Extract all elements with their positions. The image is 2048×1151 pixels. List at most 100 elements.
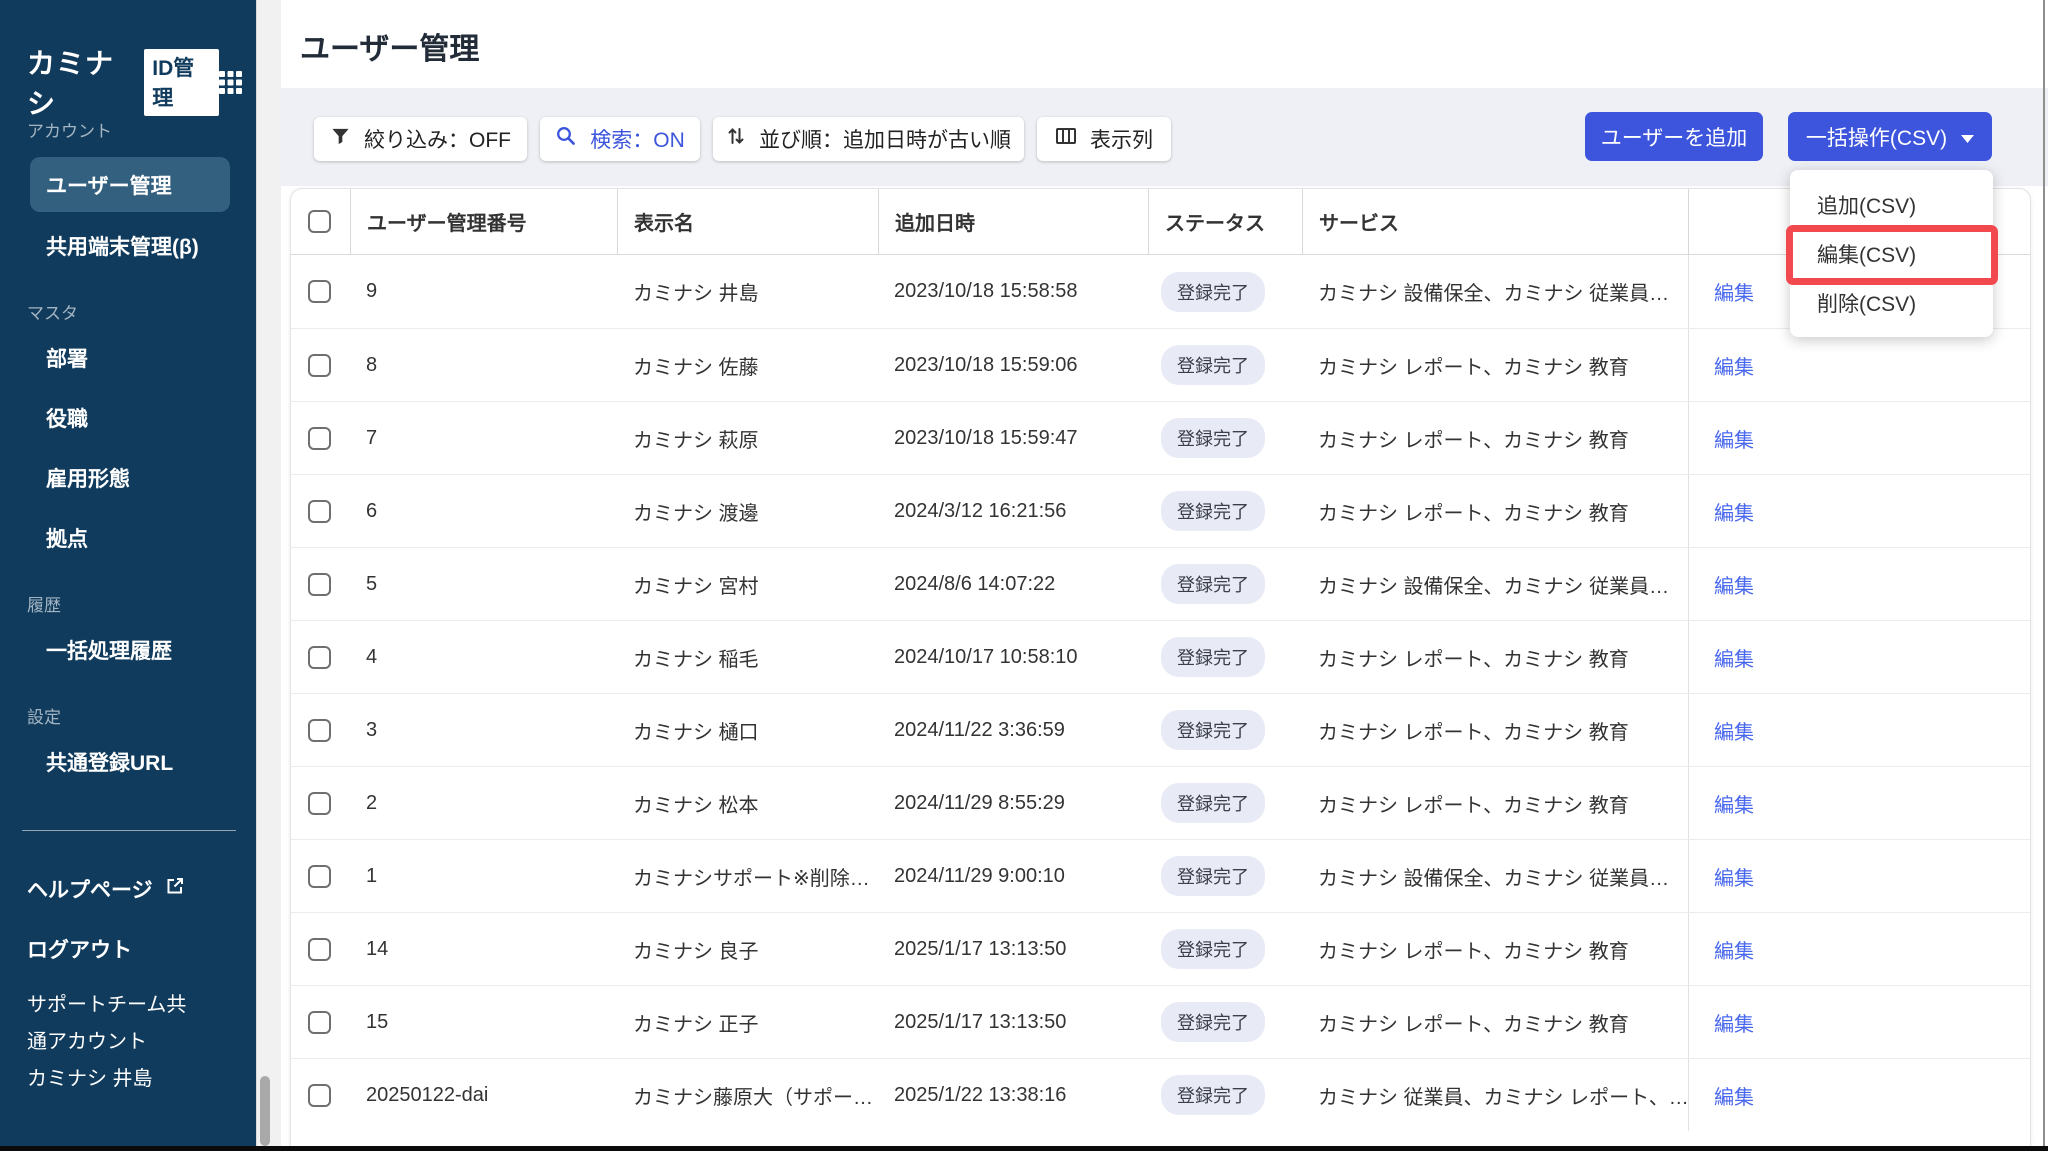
cell-display-name: カミナシ藤原大（サポー…: [633, 1086, 873, 1109]
row-checkbox[interactable]: [308, 937, 331, 961]
row-checkbox[interactable]: [308, 791, 331, 815]
search-button[interactable]: 検索：ON: [540, 117, 700, 161]
search-button-label: 検索：ON: [590, 129, 685, 152]
edit-link[interactable]: 編集: [1714, 862, 1754, 891]
row-checkbox[interactable]: [308, 353, 331, 377]
cell-added-date: 2023/10/18 15:58:58: [894, 280, 1078, 302]
row-checkbox[interactable]: [308, 572, 331, 596]
cell-display-name: カミナシ 萩原: [633, 429, 759, 452]
edit-link[interactable]: 編集: [1714, 351, 1754, 380]
sidebar-item-拠点[interactable]: 拠点: [0, 508, 256, 568]
sidebar-section-label: 設定: [27, 707, 61, 727]
edit-link[interactable]: 編集: [1714, 1008, 1754, 1037]
sidebar-item-役職[interactable]: 役職: [0, 388, 256, 448]
edit-link[interactable]: 編集: [1714, 424, 1754, 453]
sidebar-item-共用端末管理(β)[interactable]: 共用端末管理(β): [0, 216, 256, 276]
apps-grid-icon[interactable]: [219, 70, 242, 94]
sidebar-link-ヘルプページ[interactable]: ヘルプページ: [0, 859, 256, 919]
edit-link[interactable]: 編集: [1714, 570, 1754, 599]
table-row: 1 カミナシサポート※削除… 2024/11/29 9:00:10 登録完了 カミナシ …: [291, 839, 2030, 912]
table-row: 14 カミナシ 良子 2025/1/17 13:13:50 登録完了 カミナシ レポート…: [291, 912, 2030, 985]
cell-user-id: 8: [366, 353, 378, 376]
table-row: 3 カミナシ 樋口 2024/11/22 3:36:59 登録完了 カミナシ レポート、…: [291, 693, 2030, 766]
menu-item-削除(CSV)[interactable]: 削除(CSV): [1790, 278, 1993, 327]
sort-button-label: 並び順：追加日時が古い順: [759, 129, 1011, 152]
cell-added-date: 2023/10/18 15:59:47: [894, 426, 1078, 449]
header-cell-サービス: サービス: [1302, 189, 1688, 254]
edit-link[interactable]: 編集: [1714, 935, 1754, 964]
cell-filler: [1823, 767, 2030, 839]
cell-services: カミナシ レポート、カミナシ 教育: [1318, 940, 1629, 963]
scrollbar-thumb[interactable]: [260, 1076, 270, 1146]
table-row: 8 カミナシ 佐藤 2023/10/18 15:59:06 登録完了 カミナシ レポート…: [291, 328, 2030, 401]
row-checkbox[interactable]: [308, 426, 331, 450]
edit-link[interactable]: 編集: [1714, 789, 1754, 818]
columns-button-label: 表示列: [1090, 129, 1153, 152]
sidebar-item-共通登録URL[interactable]: 共通登録URL: [0, 732, 256, 792]
cell-edit: 編集: [1688, 694, 1823, 766]
cell-user-id: 3: [366, 718, 378, 741]
cell-added-date: 2024/10/17 10:58:10: [894, 645, 1078, 668]
cell-user-id: 1: [366, 864, 378, 887]
cell-checkbox: [291, 986, 350, 1058]
edit-link[interactable]: 編集: [1714, 277, 1754, 306]
user-name: カミナシ 井島: [27, 1068, 153, 1090]
row-checkbox[interactable]: [308, 499, 331, 523]
table-row: 15 カミナシ 正子 2025/1/17 13:13:50 登録完了 カミナシ レポート…: [291, 985, 2030, 1058]
filter-button[interactable]: 絞り込み：OFF: [314, 117, 527, 161]
cell-checkbox: [291, 694, 350, 766]
cell-edit: 編集: [1688, 402, 1823, 474]
table-row: 6 カミナシ 渡邊 2024/3/12 16:21:56 登録完了 カミナシ レポート、…: [291, 474, 2030, 547]
add-user-button[interactable]: ユーザーを追加: [1585, 112, 1763, 161]
table-row: 5 カミナシ 宮村 2024/8/6 14:07:22 登録完了 カミナシ 設備保全、カ…: [291, 547, 2030, 620]
status-badge: 登録完了: [1161, 564, 1265, 604]
cell-checkbox: [291, 767, 350, 839]
sidebar: カミナシ ID管理 アカウントユーザー管理 共用端末管理(β) マスタ部署 役職 雇用形…: [0, 0, 256, 1146]
columns-button[interactable]: 表示列: [1037, 117, 1171, 161]
status-badge: 登録完了: [1161, 1075, 1265, 1115]
cell-user-id: 6: [366, 499, 378, 522]
cell-display-name: カミナシ 正子: [633, 1013, 759, 1036]
sort-button[interactable]: 並び順：追加日時が古い順: [713, 117, 1024, 161]
menu-item-編集(CSV)[interactable]: 編集(CSV): [1790, 229, 1993, 278]
row-checkbox[interactable]: [308, 864, 331, 888]
sidebar-item-一括処理履歴[interactable]: 一括処理履歴: [0, 620, 256, 680]
cell-checkbox: [291, 548, 350, 620]
edit-link[interactable]: 編集: [1714, 716, 1754, 745]
user-table-card: ユーザー管理番号 表示名 追加日時 ステータス サービス 9 カミナシ 井島 2023/10…: [290, 188, 2031, 1146]
sidebar-section-label: マスタ: [27, 303, 78, 323]
cell-filler: [1823, 402, 2030, 474]
menu-item-追加(CSV)[interactable]: 追加(CSV): [1790, 180, 1993, 229]
cell-checkbox: [291, 1059, 350, 1131]
edit-link[interactable]: 編集: [1714, 497, 1754, 526]
row-checkbox[interactable]: [308, 1083, 331, 1107]
cell-edit: 編集: [1688, 1059, 1823, 1131]
sidebar-section-label: アカウント: [27, 121, 112, 141]
row-checkbox[interactable]: [308, 645, 331, 669]
cell-added-date: 2024/8/6 14:07:22: [894, 572, 1056, 595]
header-cell-ユーザー管理番号: ユーザー管理番号: [350, 189, 617, 254]
sidebar-item-部署[interactable]: 部署: [0, 328, 256, 388]
cell-display-name: カミナシ 佐藤: [633, 356, 759, 379]
sidebar-link-ログアウト[interactable]: ログアウト: [0, 919, 256, 979]
header-cell-ステータス: ステータス: [1148, 189, 1302, 254]
edit-link[interactable]: 編集: [1714, 1081, 1754, 1110]
sidebar-logo-row: カミナシ ID管理: [27, 42, 242, 122]
cell-added-date: 2024/11/22 3:36:59: [894, 718, 1065, 741]
sidebar-nav: アカウント ユーザー管理 共用端末管理(β) マスタ 部署 役職 雇用形態 拠点 履歴 一括処理履…: [0, 112, 256, 1098]
cell-user-id: 15: [366, 1010, 389, 1033]
cell-display-name: カミナシ 樋口: [633, 721, 759, 744]
row-checkbox[interactable]: [308, 718, 331, 742]
edit-link[interactable]: 編集: [1714, 643, 1754, 672]
sidebar-item-雇用形態[interactable]: 雇用形態: [0, 448, 256, 508]
select-all-checkbox[interactable]: [308, 210, 331, 233]
row-checkbox[interactable]: [308, 280, 331, 303]
main-content: ユーザー管理 絞り込み：OFF 検索：ON 並び順：追加日時が古い順 表示列 ユ…: [281, 0, 2048, 1146]
row-checkbox[interactable]: [308, 1010, 331, 1034]
bulk-actions-button[interactable]: 一括操作(CSV): [1788, 112, 1992, 161]
search-icon: [555, 125, 577, 153]
table-row: 9 カミナシ 井島 2023/10/18 15:58:58 登録完了 カミナシ 設備保全…: [291, 255, 2030, 328]
table-row: 2 カミナシ 松本 2024/11/29 8:55:29 登録完了 カミナシ レポート、…: [291, 766, 2030, 839]
sidebar-item-ユーザー管理[interactable]: ユーザー管理: [30, 157, 230, 212]
cell-edit: 編集: [1688, 913, 1823, 985]
